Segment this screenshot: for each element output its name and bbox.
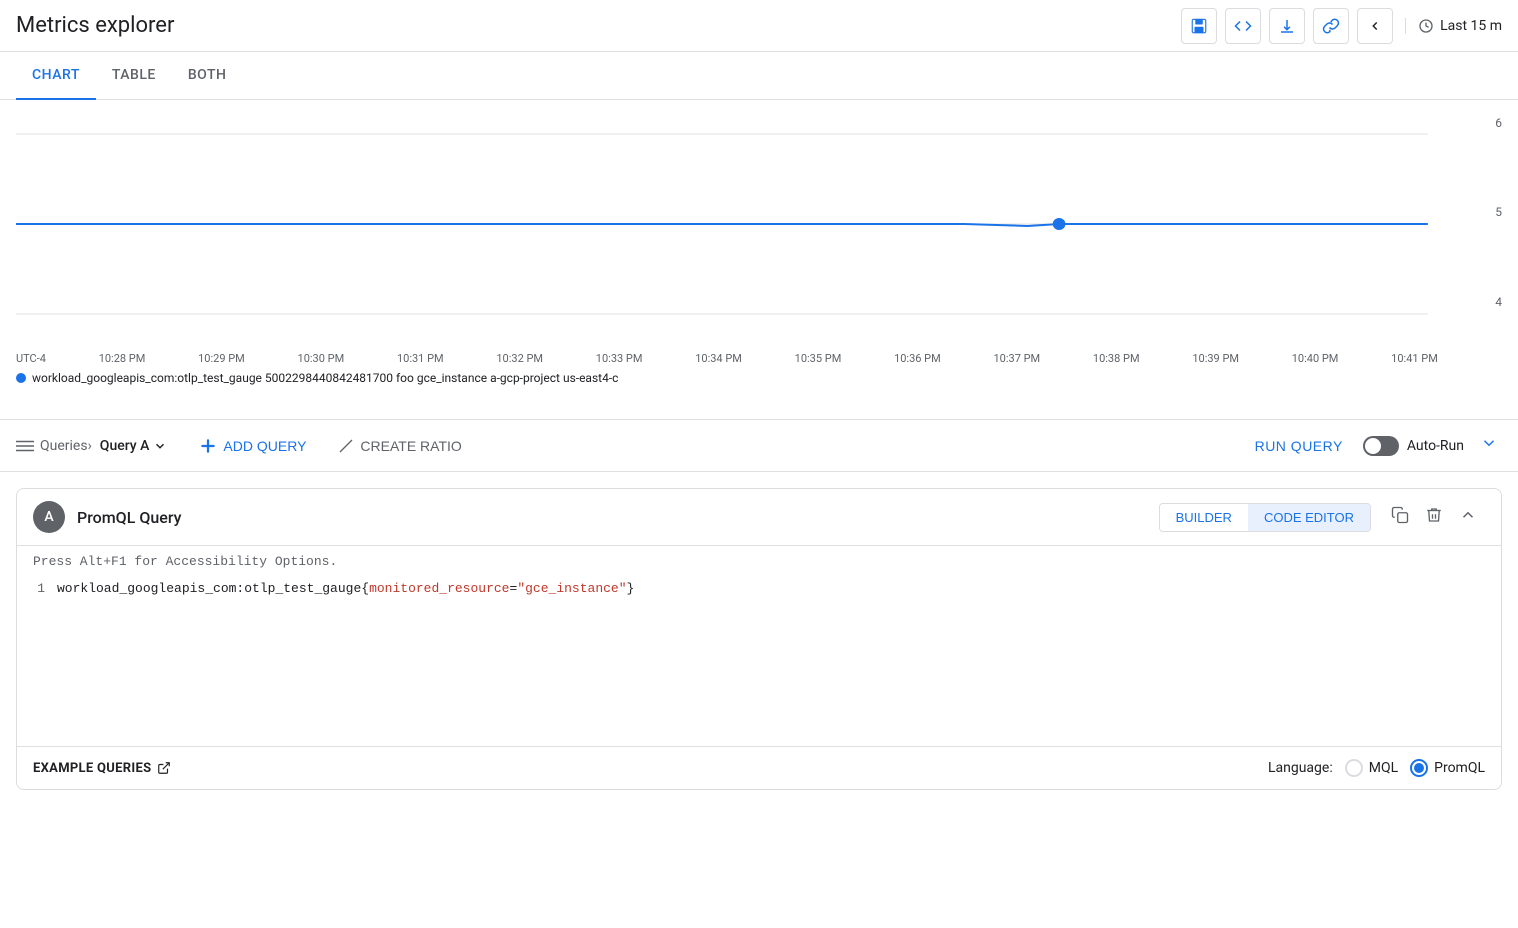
y-axis-label-4: 4 [1495, 295, 1502, 309]
trash-icon [1425, 506, 1443, 524]
back-button[interactable] [1357, 8, 1393, 44]
promql-radio-circle [1410, 759, 1428, 777]
mql-radio-circle [1345, 759, 1363, 777]
a11y-hint: Press Alt+F1 for Accessibility Options. [17, 546, 1501, 577]
query-card-header: A PromQL Query BUILDER CODE EDITOR [17, 489, 1501, 546]
x-label-10: 10:37 PM [993, 352, 1040, 365]
clock-icon [1418, 18, 1434, 34]
x-label-8: 10:35 PM [795, 352, 842, 365]
tab-chart[interactable]: CHART [16, 52, 96, 100]
x-label-9: 10:36 PM [894, 352, 941, 365]
create-ratio-button[interactable]: CREATE RATIO [330, 432, 469, 460]
x-label-14: 10:41 PM [1391, 352, 1438, 365]
y-axis-label-5: 5 [1495, 205, 1502, 219]
x-label-3: 10:30 PM [298, 352, 345, 365]
language-label: Language: [1268, 760, 1333, 776]
auto-run-container: Auto-Run [1363, 436, 1464, 456]
code-editor[interactable]: Press Alt+F1 for Accessibility Options. … [17, 546, 1501, 746]
code-button[interactable] [1225, 8, 1261, 44]
x-label-utc: UTC-4 [16, 352, 46, 365]
time-range-label: Last 15 m [1440, 18, 1502, 34]
promql-label: PromQL [1434, 760, 1485, 776]
list-icon [16, 439, 34, 453]
queries-text: Queries [40, 438, 88, 454]
language-selector: Language: MQL PromQL [1268, 759, 1485, 777]
chevron-down-icon [153, 439, 167, 453]
code-filter-key: monitored_resource [369, 581, 509, 596]
code-close-brace: } [627, 581, 635, 596]
query-card-title: PromQL Query [77, 508, 1159, 527]
code-metric: workload_googleapis_com:otlp_test_gauge [57, 581, 361, 596]
x-label-4: 10:31 PM [397, 352, 444, 365]
collapse-button[interactable] [1451, 502, 1485, 533]
x-label-12: 10:39 PM [1192, 352, 1239, 365]
code-editor-tab[interactable]: CODE EDITOR [1248, 504, 1370, 531]
query-card-footer: EXAMPLE QUERIES Language: MQL PromQL [17, 746, 1501, 789]
promql-radio[interactable]: PromQL [1410, 759, 1485, 777]
x-label-1: 10:28 PM [99, 352, 146, 365]
toggle-knob [1365, 438, 1381, 454]
page-title: Metrics explorer [16, 13, 1181, 38]
chart-container: 6 5 4 UTC-4 10:28 PM 10:29 PM 10:30 PM 1… [0, 100, 1518, 420]
external-link-icon [157, 761, 171, 775]
app-header: Metrics explorer Last 15 m [0, 0, 1518, 52]
line-number-1: 1 [17, 581, 57, 596]
run-query-button[interactable]: RUN QUERY [1247, 432, 1351, 460]
x-label-5: 10:32 PM [496, 352, 543, 365]
add-query-label: ADD QUERY [223, 438, 306, 454]
expand-button[interactable] [1476, 430, 1502, 461]
query-selector[interactable]: Query A [100, 438, 168, 454]
tab-both[interactable]: BOTH [172, 52, 243, 100]
x-label-11: 10:38 PM [1093, 352, 1140, 365]
x-label-13: 10:40 PM [1292, 352, 1339, 365]
query-toolbar: Queries › Query A ADD QUERY CREATE RATIO… [0, 420, 1518, 472]
time-range[interactable]: Last 15 m [1405, 18, 1502, 34]
tab-table[interactable]: TABLE [96, 52, 172, 100]
add-icon [199, 437, 217, 455]
current-query-name: Query A [100, 438, 150, 454]
run-query-label: RUN QUERY [1255, 438, 1343, 454]
ratio-icon [338, 438, 354, 454]
mql-label: MQL [1369, 760, 1398, 776]
chart-legend: workload_googleapis_com:otlp_test_gauge … [16, 371, 1470, 385]
promql-radio-inner [1414, 763, 1424, 773]
create-ratio-label: CREATE RATIO [360, 438, 461, 454]
delete-button[interactable] [1417, 502, 1451, 533]
y-axis-label-6: 6 [1495, 116, 1502, 130]
x-label-2: 10:29 PM [198, 352, 245, 365]
example-queries-label: EXAMPLE QUERIES [33, 761, 151, 776]
download-button[interactable] [1269, 8, 1305, 44]
queries-label-group: Queries [16, 438, 88, 454]
chart-svg [16, 124, 1470, 344]
mql-radio[interactable]: MQL [1345, 759, 1398, 777]
auto-run-toggle[interactable] [1363, 436, 1399, 456]
code-line-1: 1 workload_googleapis_com:otlp_test_gaug… [17, 577, 1501, 600]
header-actions: Last 15 m [1181, 8, 1502, 44]
editor-tab-group: BUILDER CODE EDITOR [1159, 503, 1371, 532]
query-card: A PromQL Query BUILDER CODE EDITOR Press… [16, 488, 1502, 790]
code-open-brace: { [361, 581, 369, 596]
x-label-6: 10:33 PM [596, 352, 643, 365]
x-label-7: 10:34 PM [695, 352, 742, 365]
chevron-up-icon [1459, 506, 1477, 524]
expand-icon [1480, 434, 1498, 452]
auto-run-label: Auto-Run [1407, 438, 1464, 454]
x-axis: UTC-4 10:28 PM 10:29 PM 10:30 PM 10:31 P… [16, 352, 1470, 365]
add-query-button[interactable]: ADD QUERY [191, 431, 314, 461]
save-button[interactable] [1181, 8, 1217, 44]
code-filter-value: "gce_instance" [517, 581, 626, 596]
query-badge: A [33, 501, 65, 533]
link-button[interactable] [1313, 8, 1349, 44]
view-tabs: CHART TABLE BOTH [0, 52, 1518, 100]
code-line-content: workload_googleapis_com:otlp_test_gauge{… [57, 581, 634, 596]
builder-tab[interactable]: BUILDER [1160, 504, 1248, 531]
example-queries-link[interactable]: EXAMPLE QUERIES [33, 761, 171, 776]
copy-button[interactable] [1383, 502, 1417, 533]
copy-icon [1391, 506, 1409, 524]
legend-text: workload_googleapis_com:otlp_test_gauge … [32, 371, 618, 385]
breadcrumb-chevron: › [88, 438, 92, 454]
legend-color-dot [16, 373, 26, 383]
